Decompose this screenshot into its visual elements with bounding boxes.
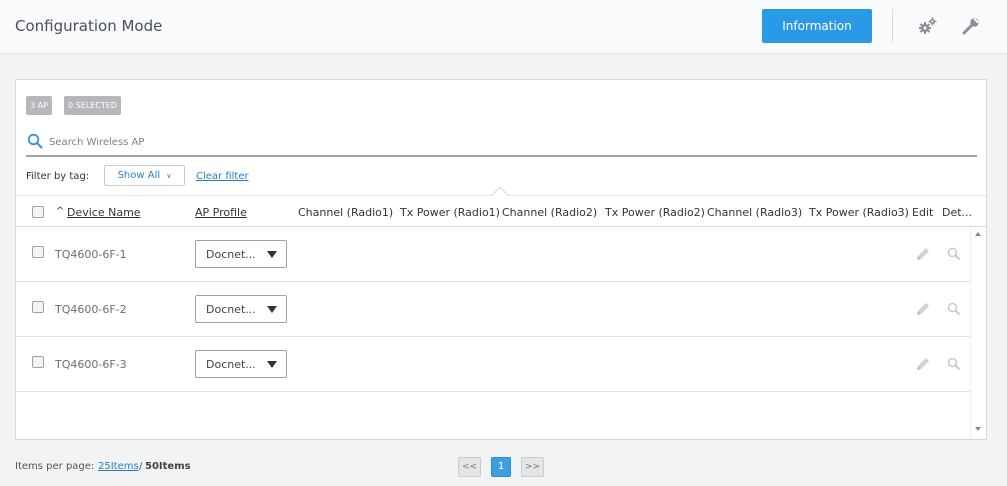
row-checkbox[interactable] [32,356,44,368]
column-edit: Edit [912,206,934,219]
items-per-page-50[interactable]: 50Items [145,461,191,472]
magnifier-icon[interactable] [947,301,961,316]
wrench-icon[interactable] [960,15,982,37]
row-checkbox[interactable] [32,246,44,258]
page-1-button[interactable]: 1 [491,457,511,477]
tag-filter-value: Show All [117,170,161,181]
top-bar: Configuration Mode Information [0,0,1007,54]
device-name[interactable]: TQ4600-6F-3 [55,358,127,371]
search-input[interactable] [49,132,949,152]
search-bar [26,130,977,157]
chevron-down-icon: ∨ [166,172,172,180]
select-all-checkbox[interactable] [32,206,44,218]
dropdown-arrow-icon [267,361,277,368]
table-row: TQ4600-6F-3 Docnet... [16,337,970,392]
page-title: Configuration Mode [15,17,163,35]
column-channel-radio1: Channel (Radio1) [298,206,394,219]
table-scrollbar[interactable] [970,227,986,439]
items-per-page-label: Items per page: [15,461,95,472]
prev-page-button[interactable]: << [458,457,481,477]
pencil-icon[interactable] [914,355,932,373]
magnifier-icon[interactable] [947,356,961,371]
row-checkbox[interactable] [32,301,44,313]
dropdown-arrow-icon [267,251,277,258]
table-header: ^ Device Name AP Profile Channel (Radio1… [16,186,986,227]
column-device-name[interactable]: Device Name [67,206,141,219]
column-channel-radio2: Channel (Radio2) [502,206,598,219]
items-per-page-25[interactable]: 25Items [98,461,139,472]
table-row: TQ4600-6F-1 Docnet... [16,227,970,282]
ap-profile-value: Docnet... [206,358,256,371]
header-divider [892,9,893,43]
next-page-button[interactable]: >> [521,457,544,477]
magnifier-icon[interactable] [947,246,961,261]
column-detail: Det... [942,206,973,219]
column-tx-power-radio3: Tx Power (Radio3) [809,206,909,219]
sort-ascending-icon: ^ [56,206,65,217]
dropdown-arrow-icon [267,306,277,313]
ap-profile-select[interactable]: Docnet... [195,240,287,268]
ap-profile-value: Docnet... [206,248,256,261]
column-tx-power-radio1: Tx Power (Radio1) [400,206,500,219]
ap-profile-select[interactable]: Docnet... [195,350,287,378]
column-tx-power-radio2: Tx Power (Radio2) [605,206,705,219]
ap-count-badge: 3 AP [26,96,52,115]
scroll-up-icon[interactable] [975,232,981,236]
gears-icon[interactable] [917,15,939,37]
pencil-icon[interactable] [914,245,932,263]
filter-by-tag-label: Filter by tag: [26,171,90,182]
ap-profile-select[interactable]: Docnet... [195,295,287,323]
pencil-icon[interactable] [914,300,932,318]
search-icon [27,133,43,149]
table-row: TQ4600-6F-2 Docnet... [16,282,970,337]
scroll-down-icon[interactable] [975,427,981,431]
ap-list-panel: 3 AP 0 SELECTED Filter by tag: Show All … [15,79,987,440]
tag-filter-select[interactable]: Show All ∨ [104,165,185,186]
ap-profile-value: Docnet... [206,303,256,316]
device-name[interactable]: TQ4600-6F-1 [55,248,127,261]
column-channel-radio3: Channel (Radio3) [707,206,803,219]
information-button[interactable]: Information [762,9,872,43]
header-notch [491,186,509,204]
column-ap-profile[interactable]: AP Profile [195,206,247,219]
device-name[interactable]: TQ4600-6F-2 [55,303,127,316]
selected-count-badge: 0 SELECTED [64,96,121,115]
items-per-page-separator: / [139,461,143,472]
clear-filter-link[interactable]: Clear filter [196,171,249,182]
